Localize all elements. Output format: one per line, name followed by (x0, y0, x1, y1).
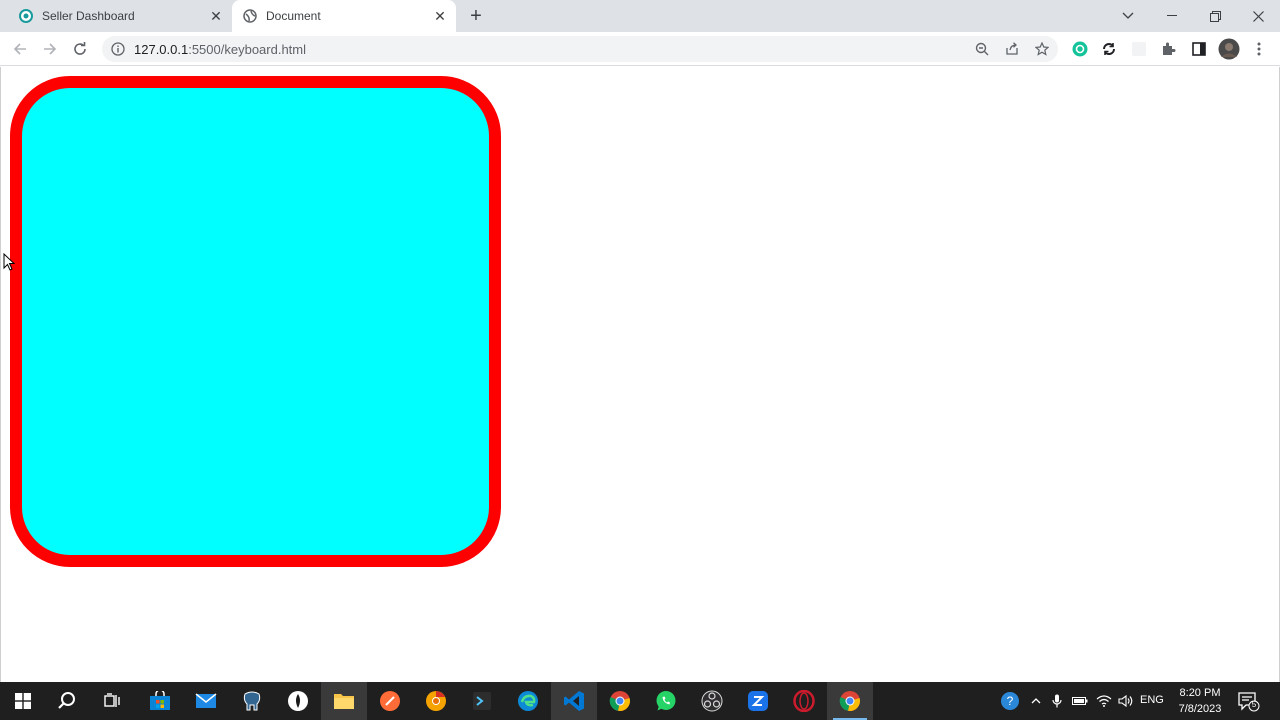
leaf-icon (288, 691, 308, 711)
wifi-icon[interactable] (1094, 690, 1114, 712)
elephant-icon (243, 691, 261, 711)
chevron-down-icon (1122, 12, 1134, 19)
globe-icon (242, 8, 258, 24)
forward-button[interactable] (38, 37, 62, 61)
language-indicator[interactable]: ENG (1140, 694, 1164, 706)
tab-seller-dashboard[interactable]: Seller Dashboard ✕ (8, 0, 232, 32)
tab-title: Document (266, 9, 321, 23)
postgresql-app[interactable] (229, 682, 275, 720)
notification-button[interactable]: 5 (1236, 690, 1260, 712)
whatsapp-app[interactable] (643, 682, 689, 720)
address-bar[interactable]: 127.0.0.1:5500/keyboard.html (102, 36, 1058, 62)
url-text: 127.0.0.1:5500/keyboard.html (134, 42, 306, 57)
info-icon[interactable] (110, 41, 126, 57)
battery-icon[interactable] (1070, 690, 1090, 712)
zalo-app[interactable] (735, 682, 781, 720)
tab-title: Seller Dashboard (42, 9, 135, 23)
opera-app[interactable] (781, 682, 827, 720)
reload-button[interactable] (68, 37, 92, 61)
back-button[interactable] (8, 37, 32, 61)
tab-search-button[interactable] (1106, 0, 1150, 32)
minimize-icon (1167, 15, 1177, 16)
edge-icon (518, 691, 538, 711)
whatsapp-icon (656, 691, 676, 711)
globe-teal-icon (18, 8, 34, 24)
search-icon (58, 692, 75, 709)
clock-date: 7/8/2023 (1178, 703, 1222, 715)
folder-icon (334, 694, 354, 709)
chrome-canary-app[interactable] (413, 682, 459, 720)
avatar[interactable] (1217, 37, 1241, 61)
tab-document[interactable]: Document ✕ (232, 0, 456, 32)
url-path: :5500/keyboard.html (188, 42, 307, 57)
side-panel-icon[interactable] (1187, 37, 1211, 61)
edge-app[interactable] (505, 682, 551, 720)
search-button[interactable] (44, 682, 90, 720)
url-host: 127.0.0.1 (134, 42, 189, 57)
task-view-icon (104, 693, 120, 707)
mail-app[interactable] (183, 682, 229, 720)
close-icon[interactable]: ✕ (432, 8, 448, 24)
star-icon[interactable] (1032, 39, 1052, 59)
tab-strip: Seller Dashboard ✕ Document ✕ + (0, 0, 1280, 32)
blank-extension-icon[interactable] (1127, 37, 1151, 61)
more-menu-icon[interactable] (1247, 37, 1271, 61)
notification-count: 5 (1251, 700, 1257, 709)
canary-icon (426, 691, 446, 711)
clock[interactable]: 8:20 PM 7/8/2023 (1170, 685, 1230, 717)
obs-icon (701, 690, 723, 712)
close-icon[interactable]: ✕ (208, 8, 224, 24)
postman-icon (380, 691, 400, 711)
arrow-left-icon (13, 43, 26, 55)
zalo-icon (748, 691, 768, 711)
mouse-cursor-icon (3, 253, 15, 271)
terminal-app[interactable] (459, 682, 505, 720)
zoom-icon[interactable] (972, 39, 992, 59)
chevron-up-icon[interactable] (1026, 690, 1046, 712)
microphone-icon[interactable] (1047, 690, 1067, 712)
obs-app[interactable] (689, 682, 735, 720)
file-explorer-app[interactable] (321, 682, 367, 720)
clock-time: 8:20 PM (1179, 687, 1221, 699)
sync-extension-icon[interactable] (1097, 37, 1121, 61)
mail-icon (195, 693, 217, 708)
page-viewport (0, 67, 1280, 682)
grammarly-extension-icon[interactable] (1068, 37, 1092, 61)
store-app[interactable] (137, 682, 183, 720)
chrome-icon (839, 691, 860, 711)
windows-logo-icon (15, 693, 31, 709)
vscode-app[interactable] (551, 682, 597, 720)
browser-window: Seller Dashboard ✕ Document ✕ + 127.0.0.… (0, 0, 1280, 720)
mongodb-compass-app[interactable] (275, 682, 321, 720)
browser-toolbar: 127.0.0.1:5500/keyboard.html (0, 32, 1280, 66)
restore-icon (1209, 10, 1221, 22)
close-icon (1252, 10, 1264, 22)
minimize-button[interactable] (1150, 0, 1194, 32)
vscode-icon (564, 691, 584, 711)
puzzle-icon[interactable] (1157, 37, 1181, 61)
chrome-app[interactable] (597, 682, 643, 720)
store-icon (150, 691, 170, 710)
reload-icon (74, 42, 86, 55)
chrome-icon (609, 691, 630, 711)
new-tab-button[interactable]: + (464, 4, 488, 28)
terminal-icon (473, 692, 491, 710)
rounded-box[interactable] (10, 76, 501, 567)
arrow-right-icon (44, 43, 57, 55)
task-view-button[interactable] (90, 682, 136, 720)
help-icon[interactable]: ? (1000, 690, 1020, 712)
svg-text:?: ? (1007, 694, 1014, 708)
postman-app[interactable] (367, 682, 413, 720)
start-button[interactable] (0, 682, 46, 720)
opera-icon (793, 690, 815, 712)
chrome-active-app[interactable] (827, 682, 873, 720)
windows-taskbar: ? ENG 8:20 PM 7/8/2023 5 (0, 682, 1280, 720)
restore-button[interactable] (1193, 0, 1237, 32)
volume-icon[interactable] (1116, 690, 1136, 712)
close-window-button[interactable] (1236, 0, 1280, 32)
share-icon[interactable] (1002, 39, 1022, 59)
